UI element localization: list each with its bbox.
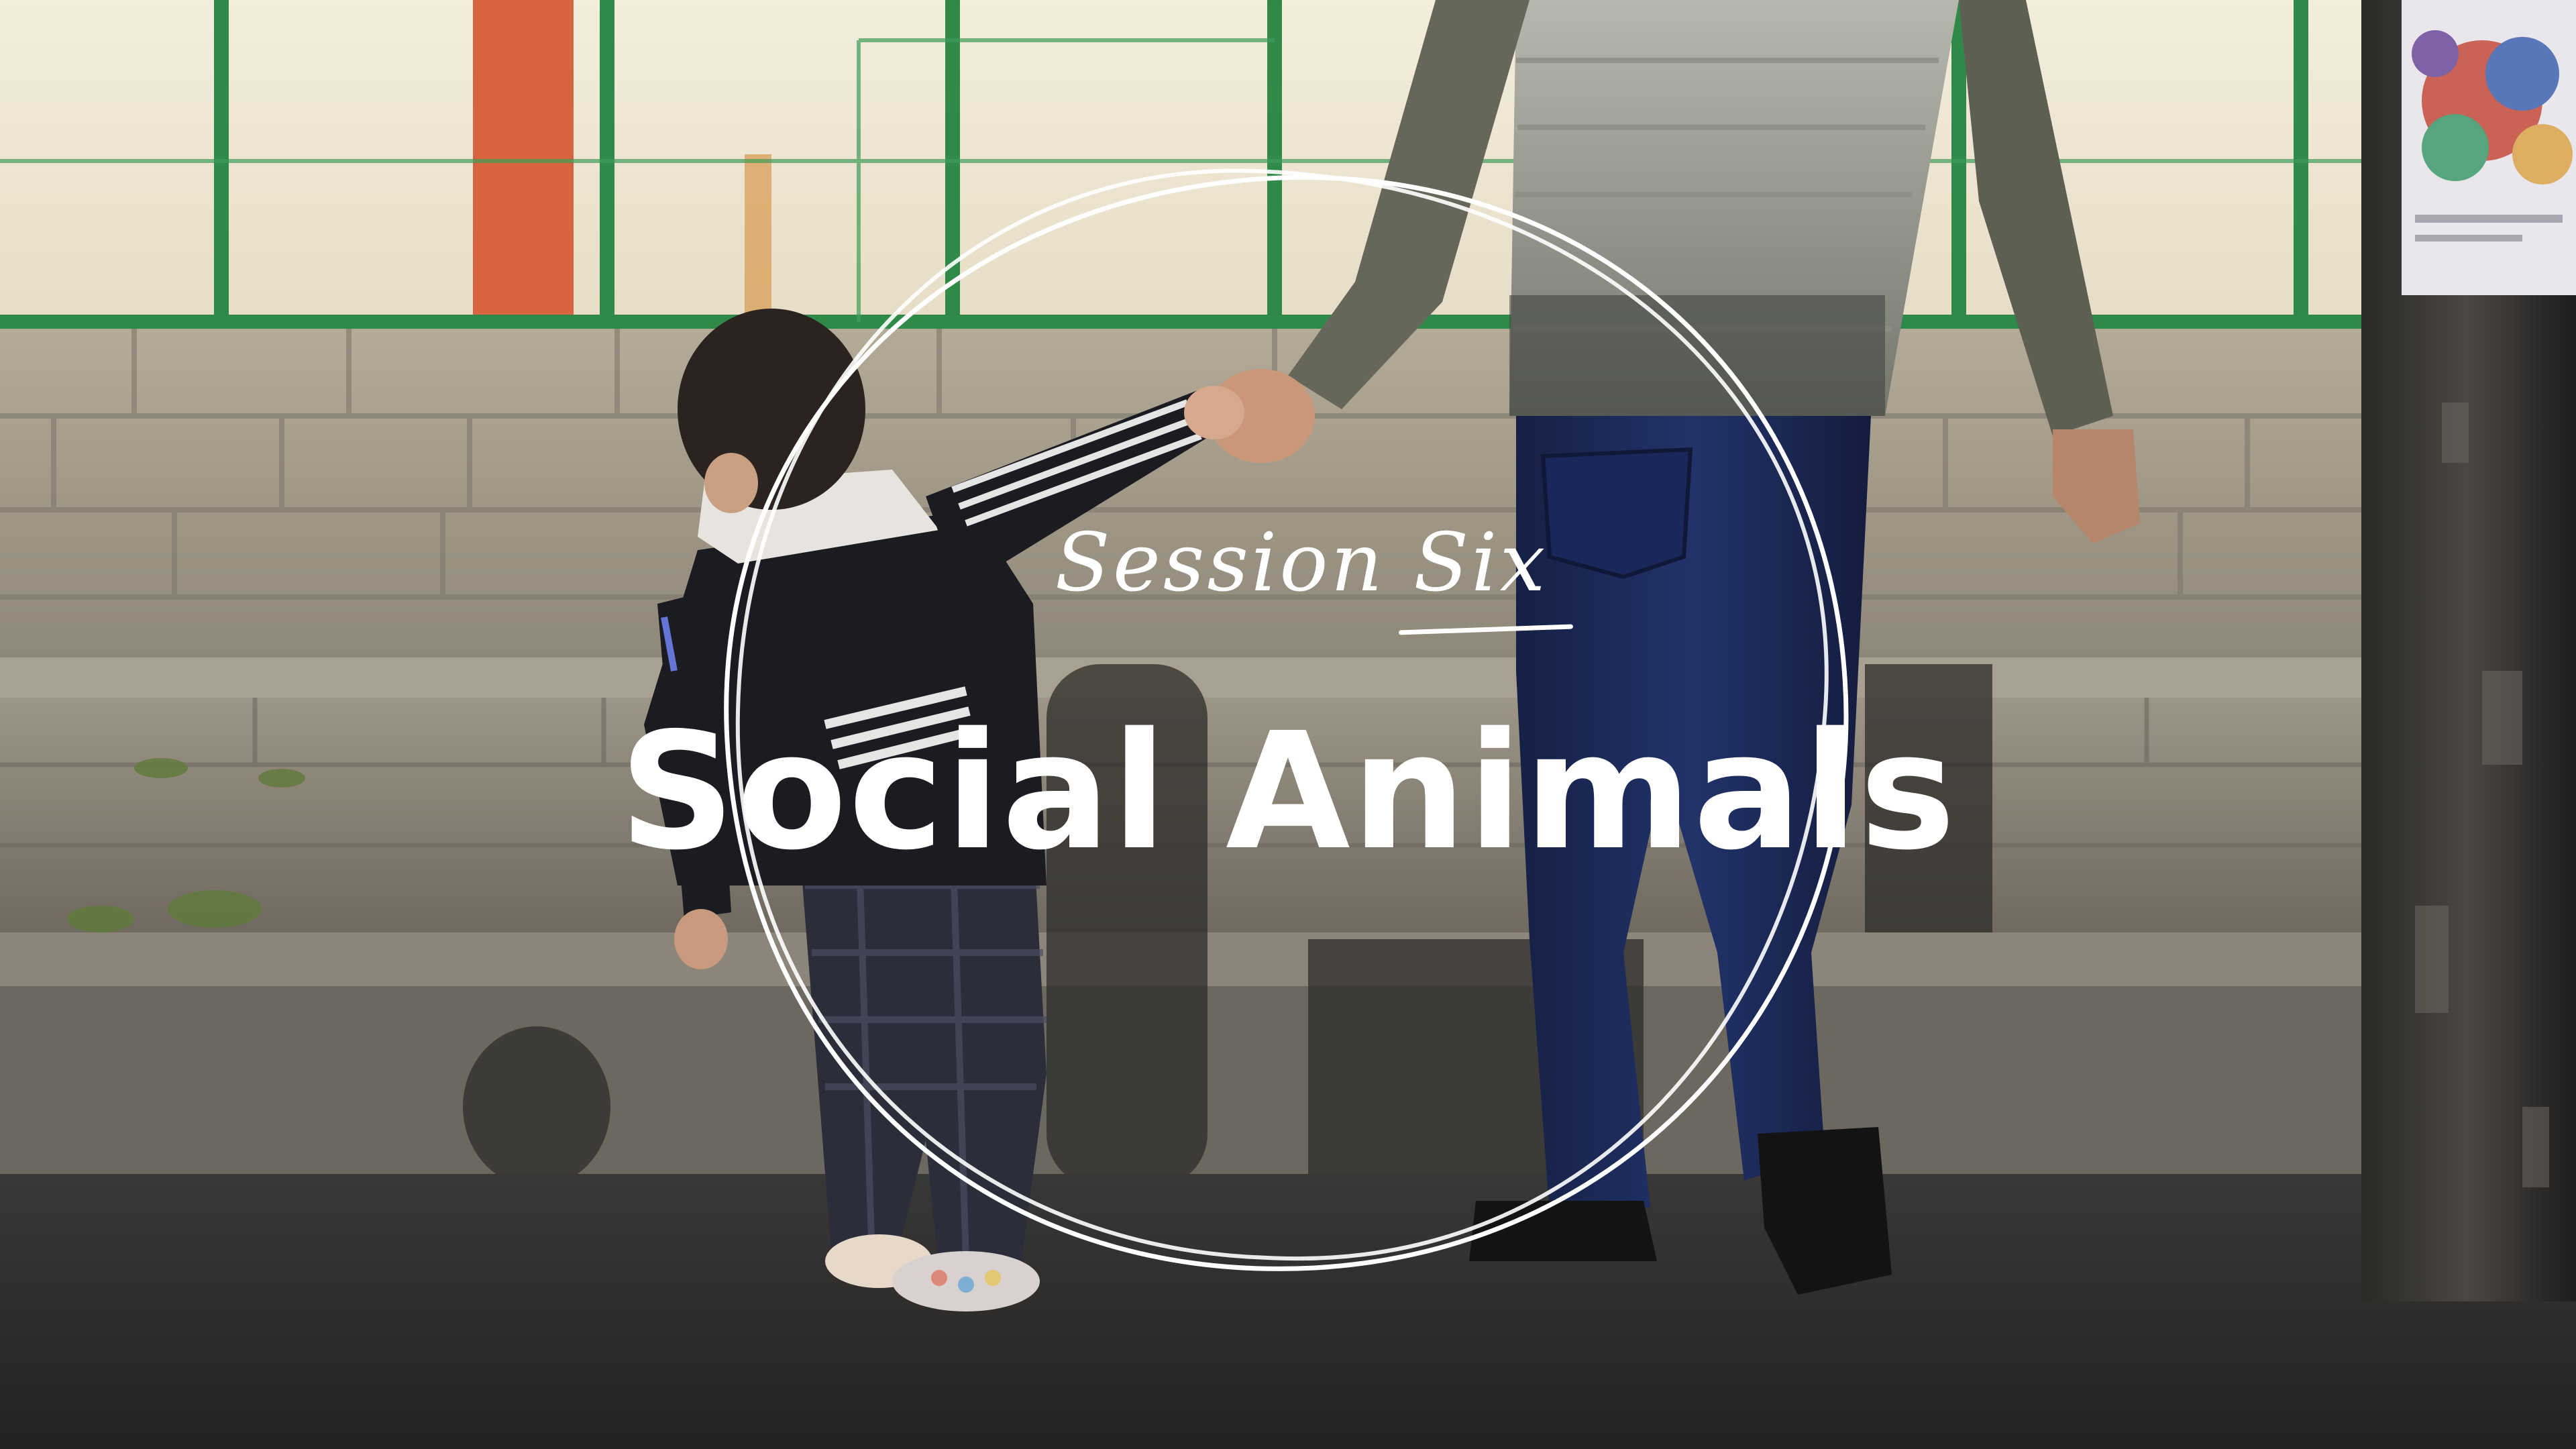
title-card: Session Six Social Animals [0, 0, 2576, 1449]
title-block: Session Six Social Animals [0, 0, 2576, 1449]
session-underline [1398, 624, 1574, 635]
main-title: Social Animals [619, 698, 1957, 885]
session-label: Session Six [1055, 517, 1548, 610]
